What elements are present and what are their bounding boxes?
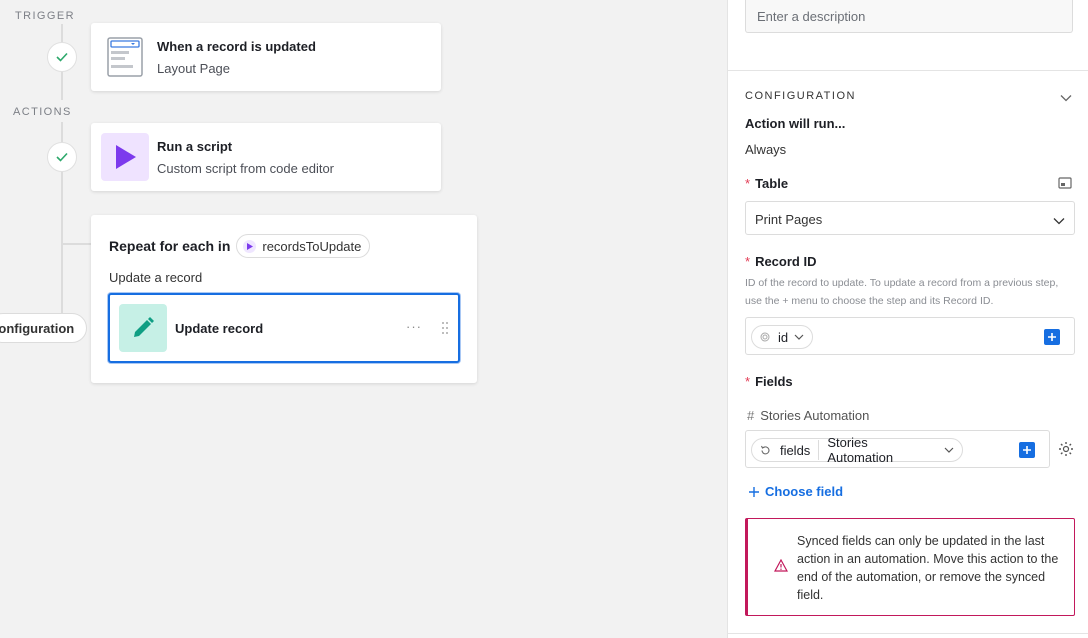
chevron-down-icon <box>794 334 804 340</box>
divider <box>728 633 1088 634</box>
expand-view-icon[interactable] <box>1058 176 1072 194</box>
action-will-run-value: Always <box>745 142 787 157</box>
configuration-pill[interactable]: Configuration <box>0 313 88 343</box>
insert-value-button[interactable] <box>1019 442 1035 458</box>
run-script-subtitle: Custom script from code editor <box>157 160 335 176</box>
table-label: * Table <box>745 176 789 191</box>
update-record-title: Update record <box>175 320 264 336</box>
records-to-update-pill[interactable]: recordsToUpdate <box>236 234 371 258</box>
pencil-icon <box>119 304 167 352</box>
repeat-title: Repeat for each in <box>109 238 231 254</box>
configuration-section-label: CONFIGURATION <box>745 90 856 102</box>
chevron-down-icon <box>1053 213 1065 228</box>
field-value-input[interactable]: fields Stories Automation <box>745 430 1050 468</box>
refresh-icon <box>761 445 770 454</box>
record-id-token[interactable]: id <box>751 325 814 349</box>
drag-handle-icon[interactable] <box>442 321 448 339</box>
trigger-card[interactable]: When a record is updated Layout Page <box>91 23 441 91</box>
action-status-check <box>47 142 77 172</box>
step-config-panel: Enter a description CONFIGURATION Action… <box>727 0 1088 638</box>
fields-token-right: Stories Automation <box>827 435 894 465</box>
run-script-title: Run a script <box>157 138 233 154</box>
run-script-card[interactable]: Run a script Custom script from code edi… <box>91 123 441 191</box>
fingerprint-icon <box>760 332 770 342</box>
connector-line <box>61 24 63 42</box>
fields-token[interactable]: fields Stories Automation <box>751 435 963 465</box>
trigger-status-check <box>47 42 77 72</box>
pill-label: recordsToUpdate <box>262 238 362 254</box>
play-icon <box>243 239 257 253</box>
choose-field-label: Choose field <box>765 484 844 499</box>
record-id-token-label: id <box>778 329 789 345</box>
table-select-value: Print Pages <box>755 212 823 227</box>
record-id-input[interactable]: id <box>745 317 1075 355</box>
insert-value-button[interactable] <box>1044 329 1060 345</box>
chevron-down-icon <box>944 447 954 453</box>
plus-icon <box>749 486 759 497</box>
plus-icon <box>1048 333 1056 341</box>
synced-fields-alert: Synced fields can only be updated in the… <box>745 518 1075 616</box>
actions-section-label: ACTIONS <box>13 106 72 118</box>
more-options-icon[interactable]: ··· <box>406 319 422 334</box>
token-divider <box>818 440 820 460</box>
gear-icon[interactable] <box>1058 441 1074 462</box>
trigger-title: When a record is updated <box>157 38 316 54</box>
field-name-row: # Stories Automation <box>747 408 869 423</box>
field-name: Stories Automation <box>760 408 870 423</box>
update-record-card[interactable]: Update record ··· <box>108 293 460 363</box>
play-icon <box>101 133 149 181</box>
choose-field-button[interactable]: Choose field <box>748 484 843 499</box>
layout-page-icon <box>101 33 149 81</box>
trigger-section-label: TRIGGER <box>15 10 75 22</box>
alert-message: Synced fields can only be updated in the… <box>797 534 1059 602</box>
repeat-subtitle: Update a record <box>109 270 203 285</box>
divider <box>728 70 1088 71</box>
repeat-group-card[interactable]: Repeat for each in recordsToUpdate Updat… <box>91 215 477 383</box>
chevron-down-icon[interactable] <box>1060 89 1072 107</box>
record-id-help-text: ID of the record to update. To update a … <box>745 277 1059 307</box>
record-id-label: * Record ID <box>745 254 817 269</box>
check-icon <box>56 52 68 62</box>
table-select[interactable]: Print Pages <box>745 201 1075 235</box>
automation-canvas: TRIGGER ACTIONS When a record is updated… <box>0 0 727 638</box>
trigger-subtitle: Layout Page <box>157 60 231 76</box>
fields-token-left: fields <box>779 442 811 458</box>
connector-line <box>61 72 63 100</box>
configuration-pill-label: Configuration <box>0 320 75 336</box>
fields-label: * Fields <box>745 374 793 389</box>
warning-icon <box>773 558 789 577</box>
connector-line <box>61 122 63 142</box>
hash-icon: # <box>747 408 755 423</box>
connector-line <box>61 243 91 245</box>
action-will-run-label: Action will run... <box>745 116 846 131</box>
check-icon <box>56 152 68 162</box>
description-input[interactable]: Enter a description <box>745 0 1073 33</box>
plus-icon <box>1023 446 1031 454</box>
